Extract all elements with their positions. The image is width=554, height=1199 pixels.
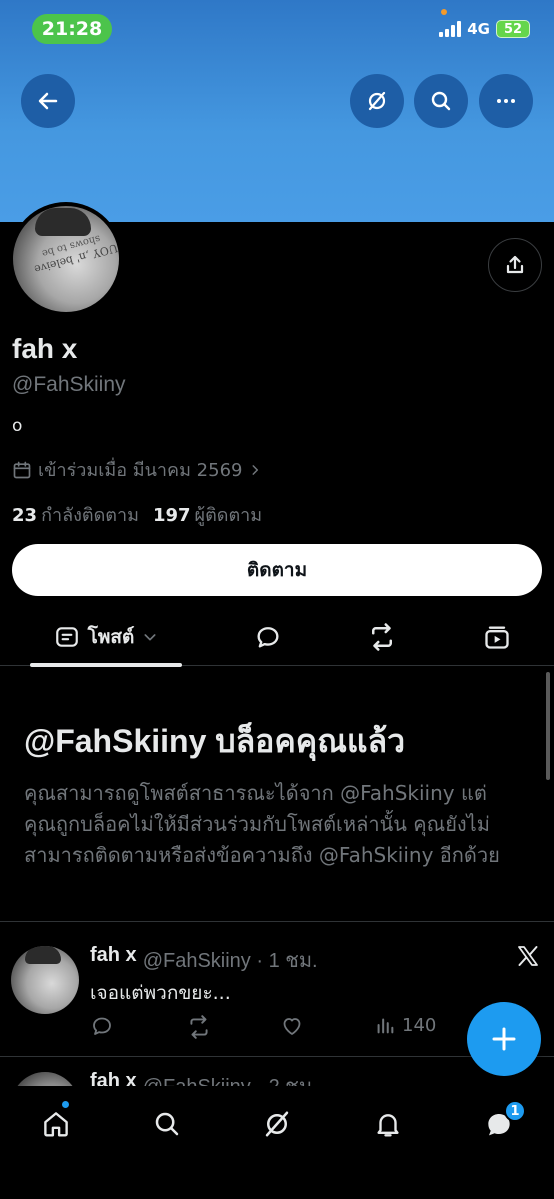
share-button[interactable] [488,238,542,292]
share-icon [506,255,524,274]
compose-button[interactable] [467,1002,541,1076]
blocked-line-2: คุณถูกบล็อคไม่ให้มีส่วนร่วมกับโพสต์เหล่า… [24,812,490,836]
follow-button[interactable]: ติดตาม [12,544,542,596]
reply-icon [257,627,279,648]
nav-grok[interactable] [257,1104,297,1144]
post-actions: 140 [90,1014,450,1040]
blocked-title: @FahSkiiny บล็อคคุณแล้ว [24,723,406,759]
grok-icon [265,1111,289,1137]
tab-replies[interactable] [248,608,288,666]
following-link[interactable]: 23 กำลังติดตาม [12,500,139,529]
active-tab-indicator [30,663,182,667]
following-label: กำลังติดตาม [41,505,139,526]
blocked-line-3: สามารถติดตามหรือส่งข้อความถึง @FahSkiiny… [24,843,500,867]
network-type: 4G [467,20,490,38]
tab-posts[interactable]: โพสต์ [30,608,182,666]
repost-icon [190,1015,208,1039]
views-count: 140 [402,1014,437,1036]
battery-indicator: 52 [496,20,530,38]
followers-link[interactable]: 197 ผู้ติดตาม [153,500,262,529]
joined-date[interactable]: เข้าร่วมเมื่อ มีนาคม 2569 [12,455,262,484]
more-button[interactable] [479,74,533,128]
grok-button[interactable] [350,74,404,128]
reply-icon [93,1017,111,1035]
media-icon [485,626,509,649]
profile-bio: o [12,416,23,436]
tab-reposts[interactable] [362,608,402,666]
x-logo-icon [518,946,538,966]
post-meta: @FahSkiiny · 1 ชม. [142,950,318,972]
repost-button[interactable] [186,1014,212,1040]
more-icon [497,99,515,103]
blocked-description: คุณสามารถดูโพสต์สาธารณะได้จาก @FahSkiiny… [24,778,534,871]
followers-label: ผู้ติดตาม [194,505,263,526]
avatar-image: shows to be UOY ,n' beleive [13,206,119,312]
bottom-nav: 1 [0,1086,554,1199]
camera-indicator [441,9,447,15]
messages-badge: 1 [504,1100,526,1122]
followers-count: 197 [152,505,191,526]
status-time: 21:28 [32,14,112,44]
profile-handle: @FahSkiiny [12,373,126,396]
reply-button[interactable] [90,1014,114,1038]
back-arrow-icon [38,92,58,110]
tab-media[interactable] [477,608,517,666]
nav-home[interactable] [36,1104,76,1144]
following-count: 23 [12,505,38,526]
calendar-icon [13,461,31,478]
posts-tab-icon [55,627,78,647]
profile-name: fah x [12,333,78,364]
like-icon [283,1018,301,1035]
blocked-line-1: คุณสามารถดูโพสต์สาธารณะได้จาก @FahSkiiny… [24,781,487,805]
post-header: fah x @FahSkiiny · 1 ชม. [90,944,318,976]
home-unread-dot [61,1100,70,1109]
like-button[interactable] [280,1014,304,1038]
follow-stats: 23 กำลังติดตาม 197 ผู้ติดตาม [12,500,262,529]
chevron-right-icon [252,464,259,475]
post-avatar[interactable] [11,946,79,1014]
profile-avatar[interactable]: shows to be UOY ,n' beleive [9,202,123,316]
signal-icon [439,21,462,37]
home-icon [44,1112,68,1137]
search-icon [431,91,451,111]
repost-icon [372,623,392,651]
section-divider [0,921,554,922]
grok-icon [368,91,386,111]
back-button[interactable] [21,74,75,128]
post-author-name: fah x [90,944,137,966]
views-button[interactable]: 140 [374,1014,436,1036]
views-icon [377,1018,394,1034]
tab-posts-label: โพสต์ [87,626,135,648]
scrollbar[interactable] [546,672,550,780]
nav-notifications[interactable] [368,1104,408,1144]
status-indicators: 4G 52 [439,20,530,38]
joined-text: เข้าร่วมเมื่อ มีนาคม 2569 [38,460,243,481]
search-icon [155,1112,179,1136]
chevron-down-icon [144,634,156,641]
search-button[interactable] [414,74,468,128]
compose-icon [492,1027,516,1051]
profile-tabs: โพสต์ [0,608,554,667]
post-text[interactable]: เจอแต่พวกขยะ... [90,978,231,1008]
notifications-icon [377,1114,399,1137]
nav-search[interactable] [147,1104,187,1144]
